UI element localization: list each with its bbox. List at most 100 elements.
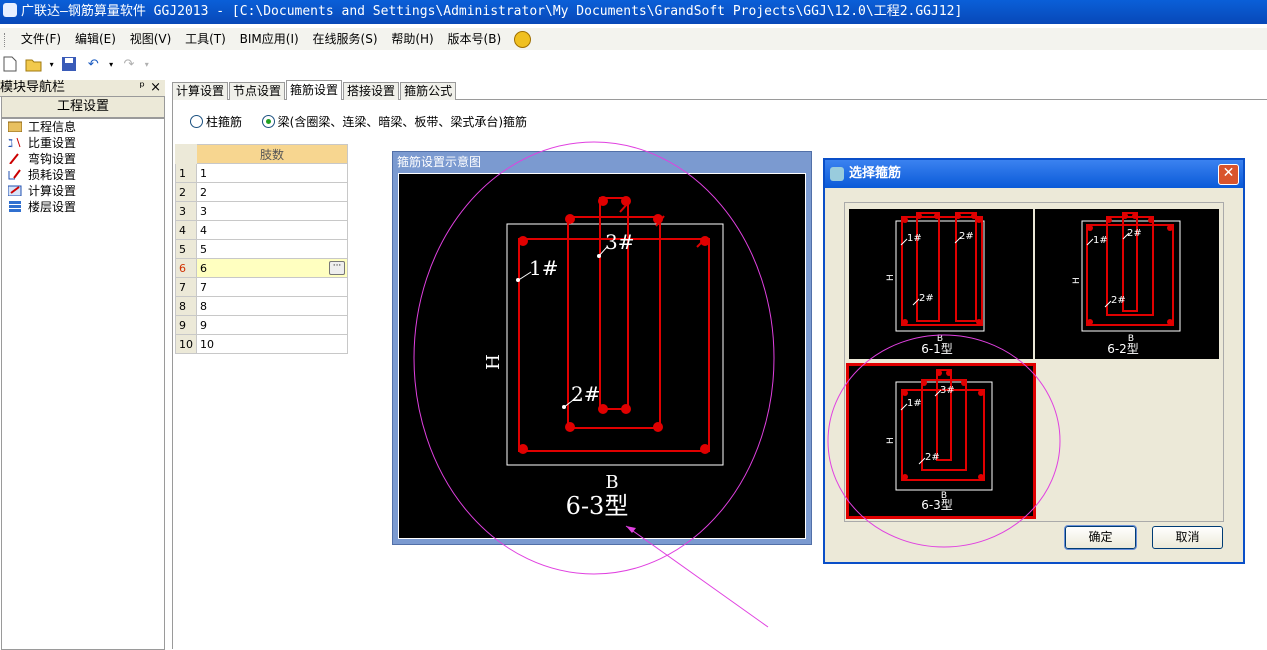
- nav-item-weight[interactable]: ℷ 比重设置: [2, 135, 164, 151]
- row-number: 9: [175, 315, 197, 335]
- cancel-button[interactable]: 取消: [1152, 526, 1223, 549]
- select-stirrup-dialog: 选择箍筋 ✕ 1# 2# 2# H B 6-1型 1# 2# 2# H B 6-…: [823, 158, 1245, 564]
- svg-text:H: H: [886, 437, 896, 444]
- smiley-icon[interactable]: [513, 31, 531, 48]
- tab-node[interactable]: 节点设置: [229, 82, 286, 100]
- grid-corner: [175, 144, 197, 164]
- menu-version[interactable]: 版本号(B): [443, 28, 507, 50]
- row-value[interactable]: 3: [196, 201, 348, 221]
- radio-beam-button[interactable]: [261, 115, 275, 128]
- row-value[interactable]: 1: [196, 163, 348, 183]
- svg-text:2#: 2#: [1111, 295, 1126, 306]
- label-h: H: [483, 354, 504, 370]
- option-label: 6-3型: [921, 498, 953, 512]
- radio-column-button[interactable]: [190, 115, 203, 128]
- table-row[interactable]: 55: [175, 239, 348, 259]
- floors-icon: [9, 201, 21, 212]
- menu-help[interactable]: 帮助(H): [386, 28, 438, 50]
- svg-text:2#: 2#: [925, 452, 940, 463]
- radio-beam[interactable]: 梁(含圈梁、连梁、暗梁、板带、梁式承台)箍筋: [261, 115, 527, 129]
- diagram-title: 箍筋设置示意图: [397, 155, 482, 169]
- option-6-3[interactable]: 1# 2# 3# H B 6-3型: [846, 363, 1036, 519]
- ok-button[interactable]: 确定: [1064, 525, 1137, 550]
- redo-icon[interactable]: ↷: [120, 56, 138, 74]
- menu-tools[interactable]: 工具(T): [180, 28, 231, 50]
- row-number: 4: [175, 220, 197, 240]
- nav-item-project-info[interactable]: 工程信息: [2, 119, 164, 135]
- svg-text:ℷ: ℷ: [8, 137, 13, 148]
- option-label: 6-2型: [1107, 342, 1139, 356]
- stirrup-diagram-panel: 箍筋设置示意图 1# 2# 3# H B 6-3型: [392, 151, 812, 545]
- nav-item-hook[interactable]: 弯钩设置: [2, 151, 164, 167]
- table-row[interactable]: 77: [175, 277, 348, 297]
- nav-section-title[interactable]: 工程设置: [1, 96, 165, 118]
- dialog-app-icon: [830, 167, 844, 181]
- row-value[interactable]: 7: [196, 277, 348, 297]
- limb-count-grid: 肢数 11 22 33 44 55 6 6 ··· 77 88 99 10 10: [175, 144, 348, 354]
- row-number: 1: [175, 163, 197, 183]
- calc-settings-icon: [8, 185, 22, 196]
- menu-edit[interactable]: 编辑(E): [70, 28, 121, 50]
- row-value[interactable]: 9: [196, 315, 348, 335]
- nav-close-icon[interactable]: ×: [150, 80, 161, 96]
- menu-file[interactable]: 文件(F): [16, 28, 66, 50]
- row-value[interactable]: 2: [196, 182, 348, 202]
- label-3: 3#: [605, 230, 634, 254]
- tab-stirrup[interactable]: 箍筋设置: [286, 80, 343, 100]
- option-6-1[interactable]: 1# 2# 2# H B 6-1型: [849, 209, 1033, 359]
- table-row[interactable]: 88: [175, 296, 348, 316]
- close-icon[interactable]: ✕: [1218, 164, 1239, 185]
- tab-lap[interactable]: 搭接设置: [343, 82, 400, 100]
- table-row[interactable]: 11: [175, 163, 348, 183]
- pin-icon[interactable]: ᵖ: [139, 80, 145, 96]
- toolbar: ▾ ↶ ▾ ↷ ▾: [0, 52, 170, 78]
- folder-info-icon: [8, 121, 22, 132]
- grid-header-limbs: 肢数: [196, 144, 348, 164]
- row-value[interactable]: 10: [196, 334, 348, 354]
- svg-text:2#: 2#: [919, 293, 934, 304]
- undo-icon[interactable]: ↶: [84, 56, 102, 74]
- row-number: 2: [175, 182, 197, 202]
- undo-dropdown-icon[interactable]: ▾: [108, 56, 114, 74]
- row-value[interactable]: 4: [196, 220, 348, 240]
- label-2: 2#: [571, 382, 600, 406]
- weight-icon: ℷ: [8, 137, 21, 148]
- option-6-2[interactable]: 1# 2# 2# H B 6-2型: [1035, 209, 1219, 359]
- new-icon[interactable]: [1, 56, 19, 74]
- stirrup-type-radios: 柱箍筋 梁(含圈梁、连梁、暗梁、板带、梁式承台)箍筋: [190, 113, 527, 130]
- table-row-selected[interactable]: 6 6 ···: [175, 258, 348, 278]
- dialog-title: 选择箍筋: [849, 166, 902, 181]
- type-label: 6-3型: [566, 492, 629, 520]
- row-number: 6: [175, 258, 197, 278]
- dialog-title-bar: 选择箍筋 ✕: [825, 160, 1243, 188]
- tab-calc[interactable]: 计算设置: [172, 82, 229, 100]
- tab-stirrup-formula[interactable]: 箍筋公式: [400, 82, 457, 100]
- table-row[interactable]: 99: [175, 315, 348, 335]
- table-row[interactable]: 22: [175, 182, 348, 202]
- row-value[interactable]: 6 ···: [196, 258, 348, 278]
- menu-bar: 文件(F) 编辑(E) 视图(V) 工具(T) BIM应用(I) 在线服务(S)…: [0, 28, 1267, 50]
- menu-bim[interactable]: BIM应用(I): [235, 28, 304, 50]
- row-value[interactable]: 8: [196, 296, 348, 316]
- open-dropdown-icon[interactable]: ▾: [49, 56, 55, 74]
- redo-dropdown-icon[interactable]: ▾: [144, 56, 150, 74]
- row-number: 8: [175, 296, 197, 316]
- nav-panel-title: 模块导航栏: [0, 80, 66, 95]
- nav-item-loss[interactable]: 损耗设置: [2, 167, 164, 183]
- row-value[interactable]: 5: [196, 239, 348, 259]
- row-number: 3: [175, 201, 197, 221]
- table-row[interactable]: 10 10: [175, 334, 348, 354]
- nav-item-floors[interactable]: 楼层设置: [2, 199, 164, 215]
- table-row[interactable]: 44: [175, 220, 348, 240]
- nav-item-calc[interactable]: 计算设置: [2, 183, 164, 199]
- row-number: 10: [175, 334, 197, 354]
- menu-online[interactable]: 在线服务(S): [308, 28, 383, 50]
- svg-text:H: H: [1072, 277, 1082, 284]
- save-icon[interactable]: [60, 56, 78, 74]
- table-row[interactable]: 33: [175, 201, 348, 221]
- radio-column[interactable]: 柱箍筋: [190, 115, 242, 129]
- ellipsis-button[interactable]: ···: [329, 261, 345, 275]
- open-icon[interactable]: [25, 56, 43, 74]
- menu-view[interactable]: 视图(V): [125, 28, 177, 50]
- svg-text:2#: 2#: [1127, 228, 1142, 239]
